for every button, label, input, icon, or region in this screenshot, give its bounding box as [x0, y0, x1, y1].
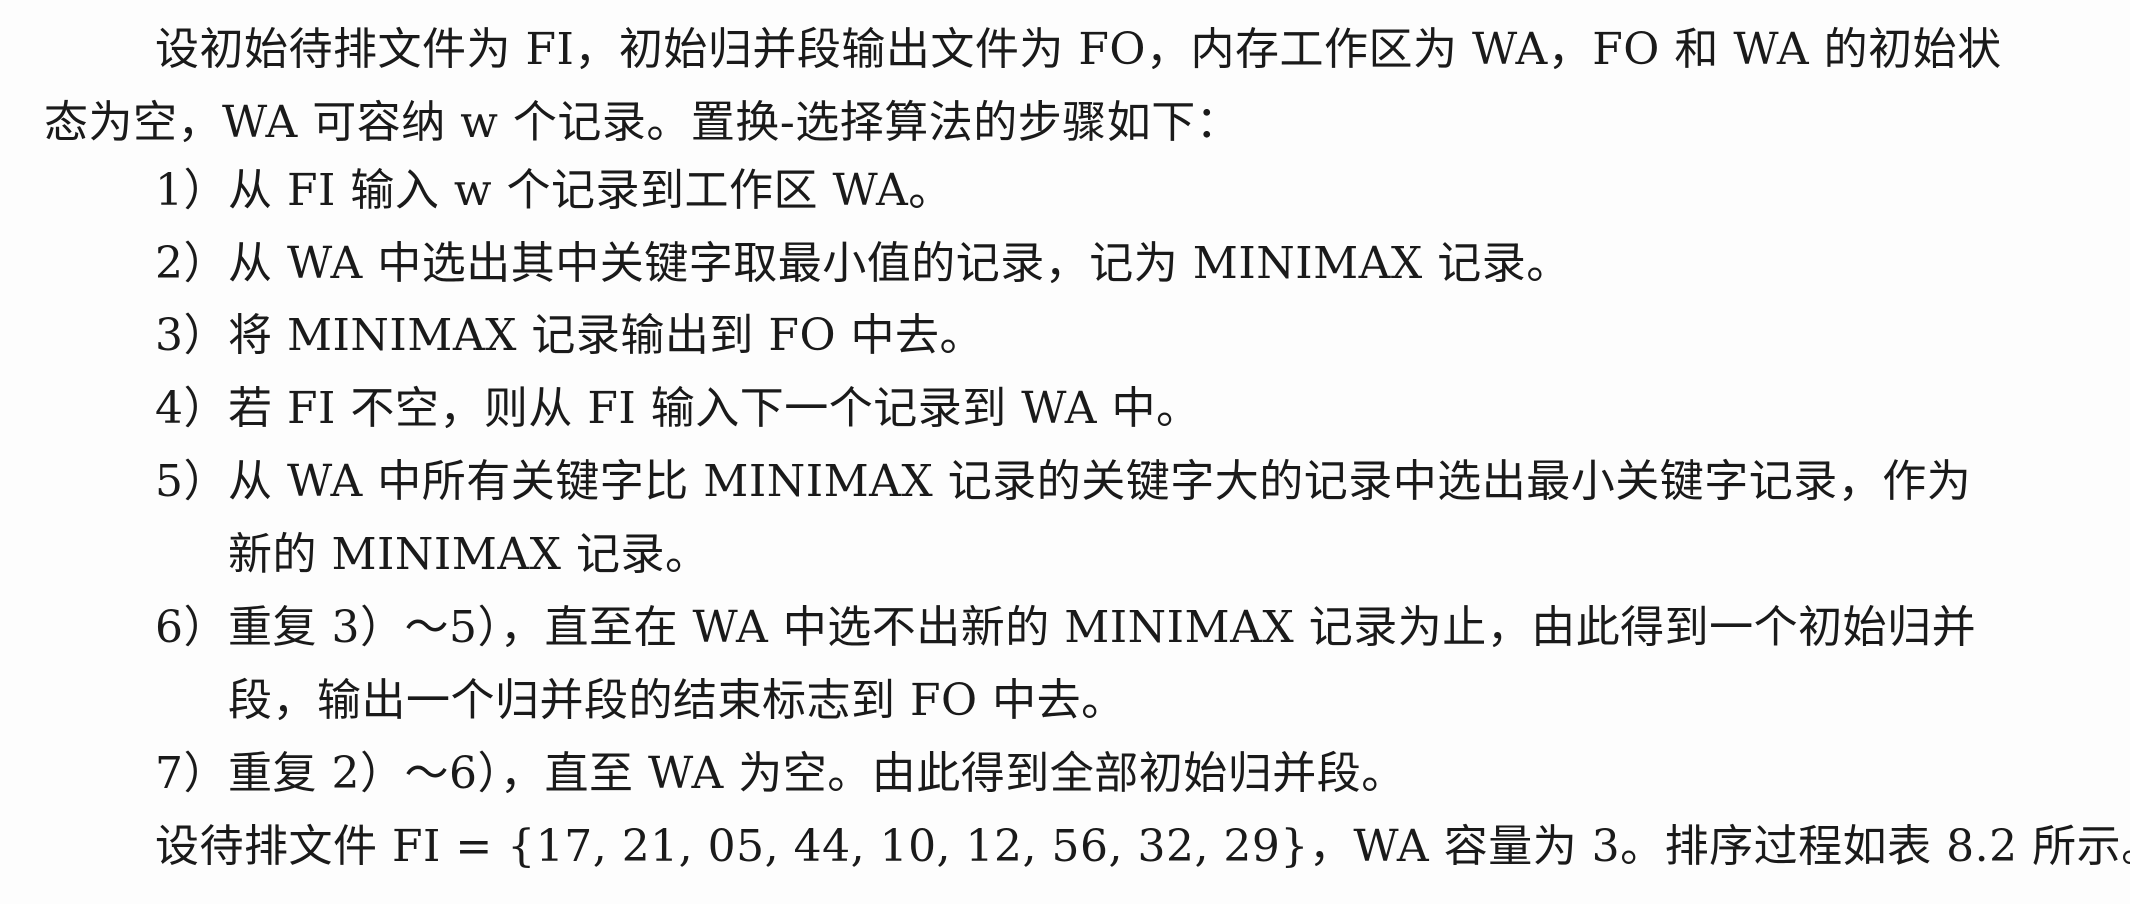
step-2: 2）从 WA 中选出其中关键字取最小值的记录，记为 MINIMAX 记录。 — [155, 238, 1571, 289]
intro-paragraph-line-2: 态为空，WA 可容纳 w 个记录。置换-选择算法的步骤如下： — [44, 97, 1241, 148]
example-paragraph: 设待排文件 FI = {17, 21, 05, 44, 10, 12, 56, … — [155, 821, 2130, 872]
step-6-line-2: 段，输出一个归并段的结束标志到 FO 中去。 — [228, 675, 1126, 726]
step-1: 1）从 FI 输入 w 个记录到工作区 WA。 — [155, 165, 953, 216]
step-3: 3）将 MINIMAX 记录输出到 FO 中去。 — [155, 310, 985, 361]
step-4: 4）若 FI 不空，则从 FI 输入下一个记录到 WA 中。 — [155, 383, 1201, 434]
step-6-line-1: 6）重复 3）～5），直至在 WA 中选不出新的 MINIMAX 记录为止，由此… — [155, 602, 1977, 653]
intro-paragraph-line-1: 设初始待排文件为 FI，初始归并段输出文件为 FO，内存工作区为 WA，FO 和… — [155, 24, 2002, 75]
step-5-line-2: 新的 MINIMAX 记录。 — [228, 529, 710, 580]
step-7: 7）重复 2）～6），直至 WA 为空。由此得到全部初始归并段。 — [155, 748, 1406, 799]
step-5-line-1: 5）从 WA 中所有关键字比 MINIMAX 记录的关键字大的记录中选出最小关键… — [155, 456, 1972, 507]
document-page: 设初始待排文件为 FI，初始归并段输出文件为 FO，内存工作区为 WA，FO 和… — [0, 0, 2130, 904]
